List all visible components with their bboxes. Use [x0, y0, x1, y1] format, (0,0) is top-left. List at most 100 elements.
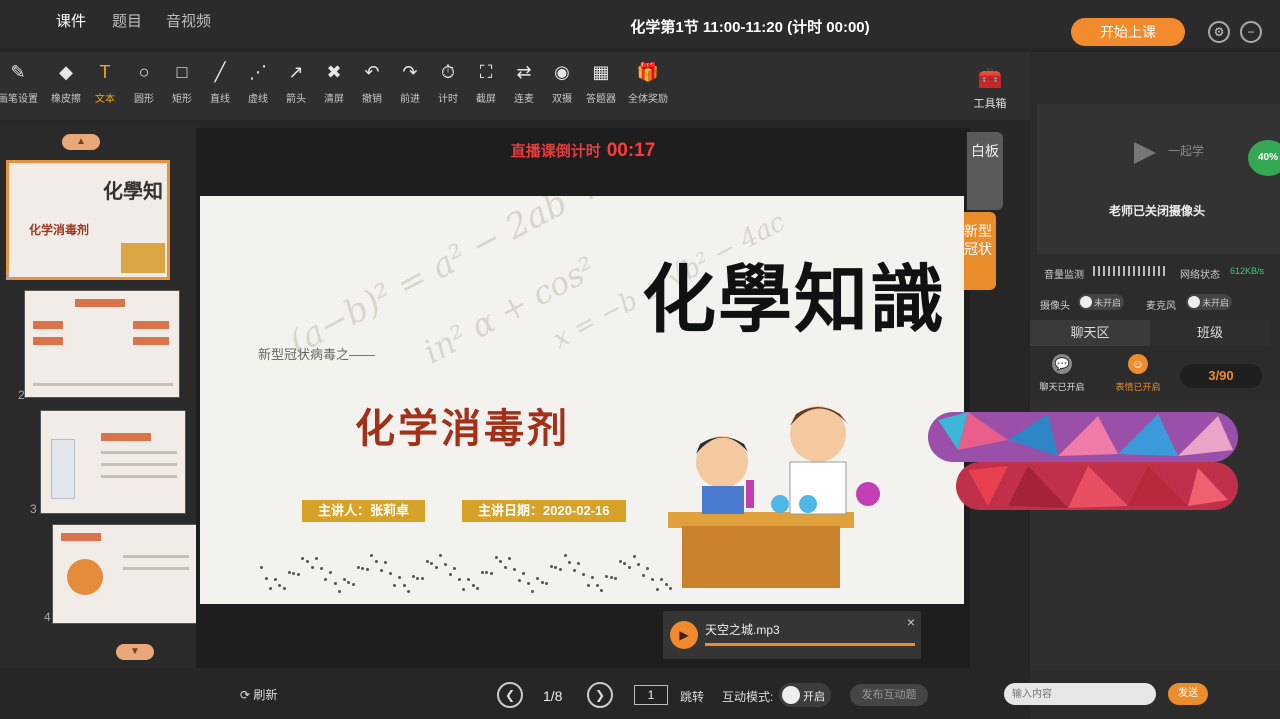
- tool-eraser[interactable]: ◆ 橡皮擦: [46, 60, 86, 105]
- decoration-dot: [439, 554, 443, 558]
- decoration-dot: [499, 560, 503, 564]
- decoration-dot: [582, 573, 585, 576]
- tool-dashed-line[interactable]: ⋰ 虚线: [238, 60, 278, 105]
- thumb-header: [75, 299, 125, 307]
- tool-screenshot[interactable]: ⛶ 截屏: [466, 60, 506, 105]
- decoration-dot: [614, 576, 618, 580]
- toggle-knob: [1188, 296, 1200, 308]
- tool-dual-camera[interactable]: ◉ 双摄: [542, 60, 582, 105]
- thumb-number: 2: [18, 388, 25, 402]
- thumb-number: 1: [5, 268, 12, 282]
- chat-toggle[interactable]: 💬 聊天已开启: [1032, 354, 1092, 393]
- tab-covid-slides[interactable]: 新型冠状: [960, 212, 996, 290]
- decoration-dot: [402, 583, 406, 587]
- decoration-dot: [338, 589, 342, 593]
- emoji-icon: ☺: [1128, 354, 1148, 374]
- tool-label: 清屏: [324, 94, 344, 105]
- thumb-text-line: [101, 451, 177, 454]
- top-bar: 课件 题目 音视频 化学第1节 11:00-11:20 (计时 00:00) 开…: [0, 0, 1280, 48]
- thumb-text-line: [101, 463, 177, 466]
- thumb-header: [101, 433, 151, 441]
- mic-toggle[interactable]: 未开启: [1186, 294, 1232, 310]
- slide-thumbnail-3[interactable]: [40, 410, 186, 514]
- thumb-text-line: [123, 567, 189, 570]
- next-page-icon[interactable]: ❯: [587, 682, 613, 708]
- thumb-text-line: [123, 555, 189, 558]
- decoration-dot: [352, 582, 355, 586]
- decoration-dot: [269, 587, 273, 591]
- decoration-dot: [347, 581, 351, 585]
- tool-arrow[interactable]: ↗ 箭头: [276, 60, 316, 105]
- app-window: 课件 题目 音视频 化学第1节 11:00-11:20 (计时 00:00) 开…: [0, 0, 1280, 719]
- thumbnail-scroll-down[interactable]: ▼: [116, 644, 154, 660]
- decoration-dot: [319, 566, 323, 570]
- tab-whiteboard[interactable]: 白板: [967, 132, 1003, 210]
- toggle-label: 开启: [803, 691, 825, 703]
- toolbox-button[interactable]: 🧰 工具箱: [962, 66, 1018, 111]
- tool-circle[interactable]: ○ 圆形: [124, 60, 164, 105]
- slide-title: 化学消毒剂: [355, 407, 570, 451]
- gear-icon[interactable]: ⚙: [1208, 21, 1230, 43]
- tool-line[interactable]: ╱ 直线: [200, 60, 240, 105]
- refresh-button[interactable]: ⟳ 刷新: [240, 686, 277, 703]
- slide-thumbnail-2[interactable]: [24, 290, 180, 398]
- tool-label: 撤销: [362, 94, 382, 105]
- decoration-dot: [324, 578, 328, 582]
- decoration-dot: [471, 583, 475, 587]
- decoration-dot: [600, 589, 604, 593]
- decoration-dot: [301, 556, 305, 560]
- chat-input[interactable]: [1004, 683, 1156, 705]
- tool-text[interactable]: T 文本: [85, 60, 125, 105]
- minimize-icon[interactable]: −: [1240, 21, 1262, 43]
- tool-reward-all[interactable]: 🎁 全体奖励: [628, 60, 668, 105]
- tool-answer-device[interactable]: ▦ 答题器: [581, 60, 621, 105]
- thumb-subtitle: 化学消毒剂: [29, 223, 90, 237]
- text-icon: T: [99, 62, 111, 82]
- decoration-dot: [398, 575, 401, 579]
- page-jump-input[interactable]: [634, 685, 668, 705]
- decoration-dot: [388, 572, 392, 576]
- tab-media[interactable]: 音视频: [166, 10, 211, 31]
- send-button[interactable]: 发送: [1168, 683, 1208, 705]
- thumb-bottle-image: [51, 439, 75, 499]
- interaction-mode-toggle[interactable]: 开启: [779, 683, 831, 707]
- slide-thumbnail-4[interactable]: [52, 524, 198, 624]
- tool-label: 计时: [438, 94, 458, 105]
- tool-label: 前进: [400, 94, 420, 105]
- thumbnail-scroll-up[interactable]: ▲: [62, 134, 100, 150]
- tool-rectangle[interactable]: □ 矩形: [162, 60, 202, 105]
- emoji-toggle[interactable]: ☺ 表情已开启: [1108, 354, 1168, 393]
- tool-clear-screen[interactable]: ✖ 清屏: [314, 60, 354, 105]
- decoration-dot: [296, 572, 300, 576]
- tool-label: 虚线: [248, 94, 268, 105]
- decoration-dot: [651, 578, 654, 582]
- jump-button[interactable]: 跳转: [680, 688, 704, 705]
- prev-page-icon[interactable]: ❮: [497, 682, 523, 708]
- tool-undo[interactable]: ↶ 撤销: [352, 60, 392, 105]
- camera-toggle[interactable]: 未开启: [1078, 294, 1124, 310]
- decoration-dot: [361, 566, 365, 570]
- decoration-dot: [618, 559, 622, 563]
- slide-thumbnail-1[interactable]: 化學知 化学消毒剂: [6, 160, 170, 280]
- tool-pen-settings[interactable]: ✎ 画笔设置: [0, 60, 38, 105]
- tab-class[interactable]: 班级: [1150, 320, 1270, 346]
- tool-label: 画笔设置: [0, 94, 38, 105]
- network-label: 网络状态: [1180, 270, 1220, 281]
- close-icon[interactable]: ×: [907, 614, 915, 630]
- mic-label: 麦克风: [1146, 301, 1176, 312]
- publish-question-button[interactable]: 发布互动题: [850, 684, 928, 706]
- tool-mic-link[interactable]: ⇄ 连麦: [504, 60, 544, 105]
- tool-redo[interactable]: ↷ 前进: [390, 60, 430, 105]
- tool-label: 箭头: [286, 94, 306, 105]
- tab-chat[interactable]: 聊天区: [1030, 320, 1150, 346]
- audio-progress-bar[interactable]: [705, 643, 915, 646]
- tab-courseware[interactable]: 课件: [56, 10, 86, 31]
- tab-questions[interactable]: 题目: [112, 10, 142, 31]
- tool-timer[interactable]: ⏱ 计时: [428, 60, 468, 105]
- network-quality-badge: 40%: [1248, 140, 1280, 176]
- decoration-dot: [393, 583, 397, 587]
- start-class-button[interactable]: 开始上课: [1071, 18, 1185, 46]
- decoration-dot: [637, 563, 641, 567]
- play-icon[interactable]: ▶: [670, 621, 698, 649]
- decoration-dot: [628, 566, 631, 570]
